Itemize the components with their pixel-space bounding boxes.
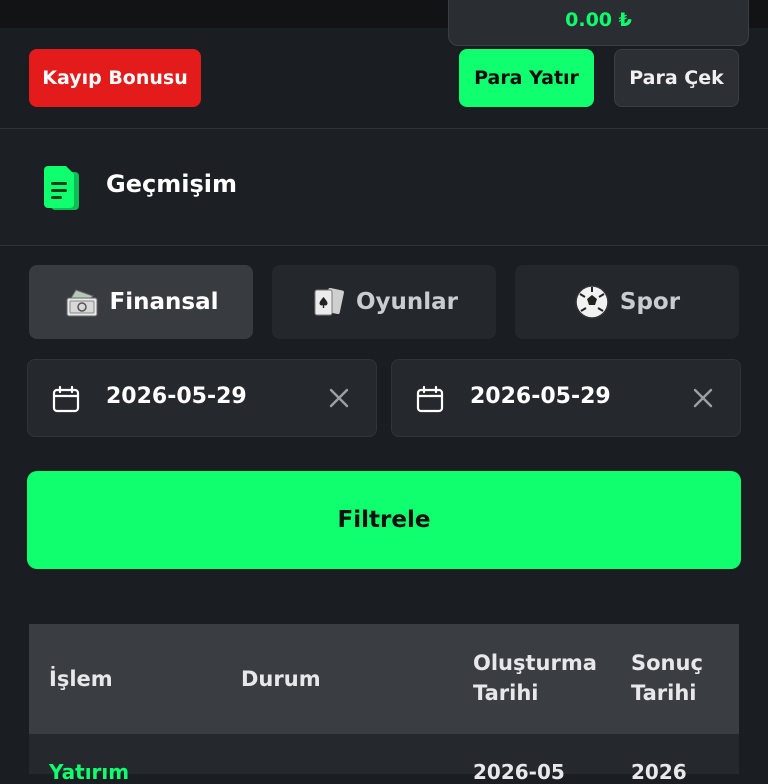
cards-icon xyxy=(314,287,344,316)
column-header-status[interactable]: Durum xyxy=(241,664,321,694)
withdraw-button[interactable]: Para Çek xyxy=(614,49,739,107)
section-title: Geçmişim xyxy=(106,170,237,198)
tab-label: Finansal xyxy=(109,289,219,315)
close-icon[interactable] xyxy=(328,387,350,409)
tab-label: Oyunlar xyxy=(355,289,459,315)
table-row[interactable]: Yatırım 2026-05 2026 xyxy=(29,734,739,784)
column-header-operation[interactable]: İşlem xyxy=(49,664,113,694)
soccer-ball-icon xyxy=(575,285,609,319)
calendar-icon xyxy=(416,385,444,413)
history-table: İşlem Durum Oluşturma Tarihi Sonuç Tarih… xyxy=(29,624,739,784)
tab-games[interactable]: Oyunlar xyxy=(272,265,496,339)
calendar-icon xyxy=(52,385,80,413)
end-date-value: 2026-05-29 xyxy=(470,384,611,409)
money-icon xyxy=(66,289,98,317)
column-header-created-date[interactable]: Oluşturma Tarihi xyxy=(473,648,623,708)
end-date-field[interactable]: 2026-05-29 xyxy=(391,359,741,437)
table-header: İşlem Durum Oluşturma Tarihi Sonuç Tarih… xyxy=(29,624,739,734)
balance-card: 0.00 ₺ xyxy=(448,0,749,46)
divider xyxy=(0,245,768,246)
cell-result-date: 2026 xyxy=(631,760,687,784)
tab-sport[interactable]: Spor xyxy=(515,265,739,339)
document-icon xyxy=(44,166,79,210)
tab-financial[interactable]: Finansal xyxy=(29,265,253,339)
close-icon[interactable] xyxy=(692,387,714,409)
balance-value: 0.00 ₺ xyxy=(565,9,632,31)
loss-bonus-button[interactable]: Kayıp Bonusu xyxy=(29,49,201,107)
cell-operation: Yatırım xyxy=(49,760,130,784)
column-header-result-date[interactable]: Sonuç Tarihi xyxy=(631,648,741,708)
tab-label: Spor xyxy=(619,289,681,315)
cell-created-date: 2026-05 xyxy=(473,760,565,784)
deposit-button[interactable]: Para Yatır xyxy=(459,49,594,107)
filter-button[interactable]: Filtrele xyxy=(27,471,741,569)
start-date-field[interactable]: 2026-05-29 xyxy=(27,359,377,437)
start-date-value: 2026-05-29 xyxy=(106,384,247,409)
